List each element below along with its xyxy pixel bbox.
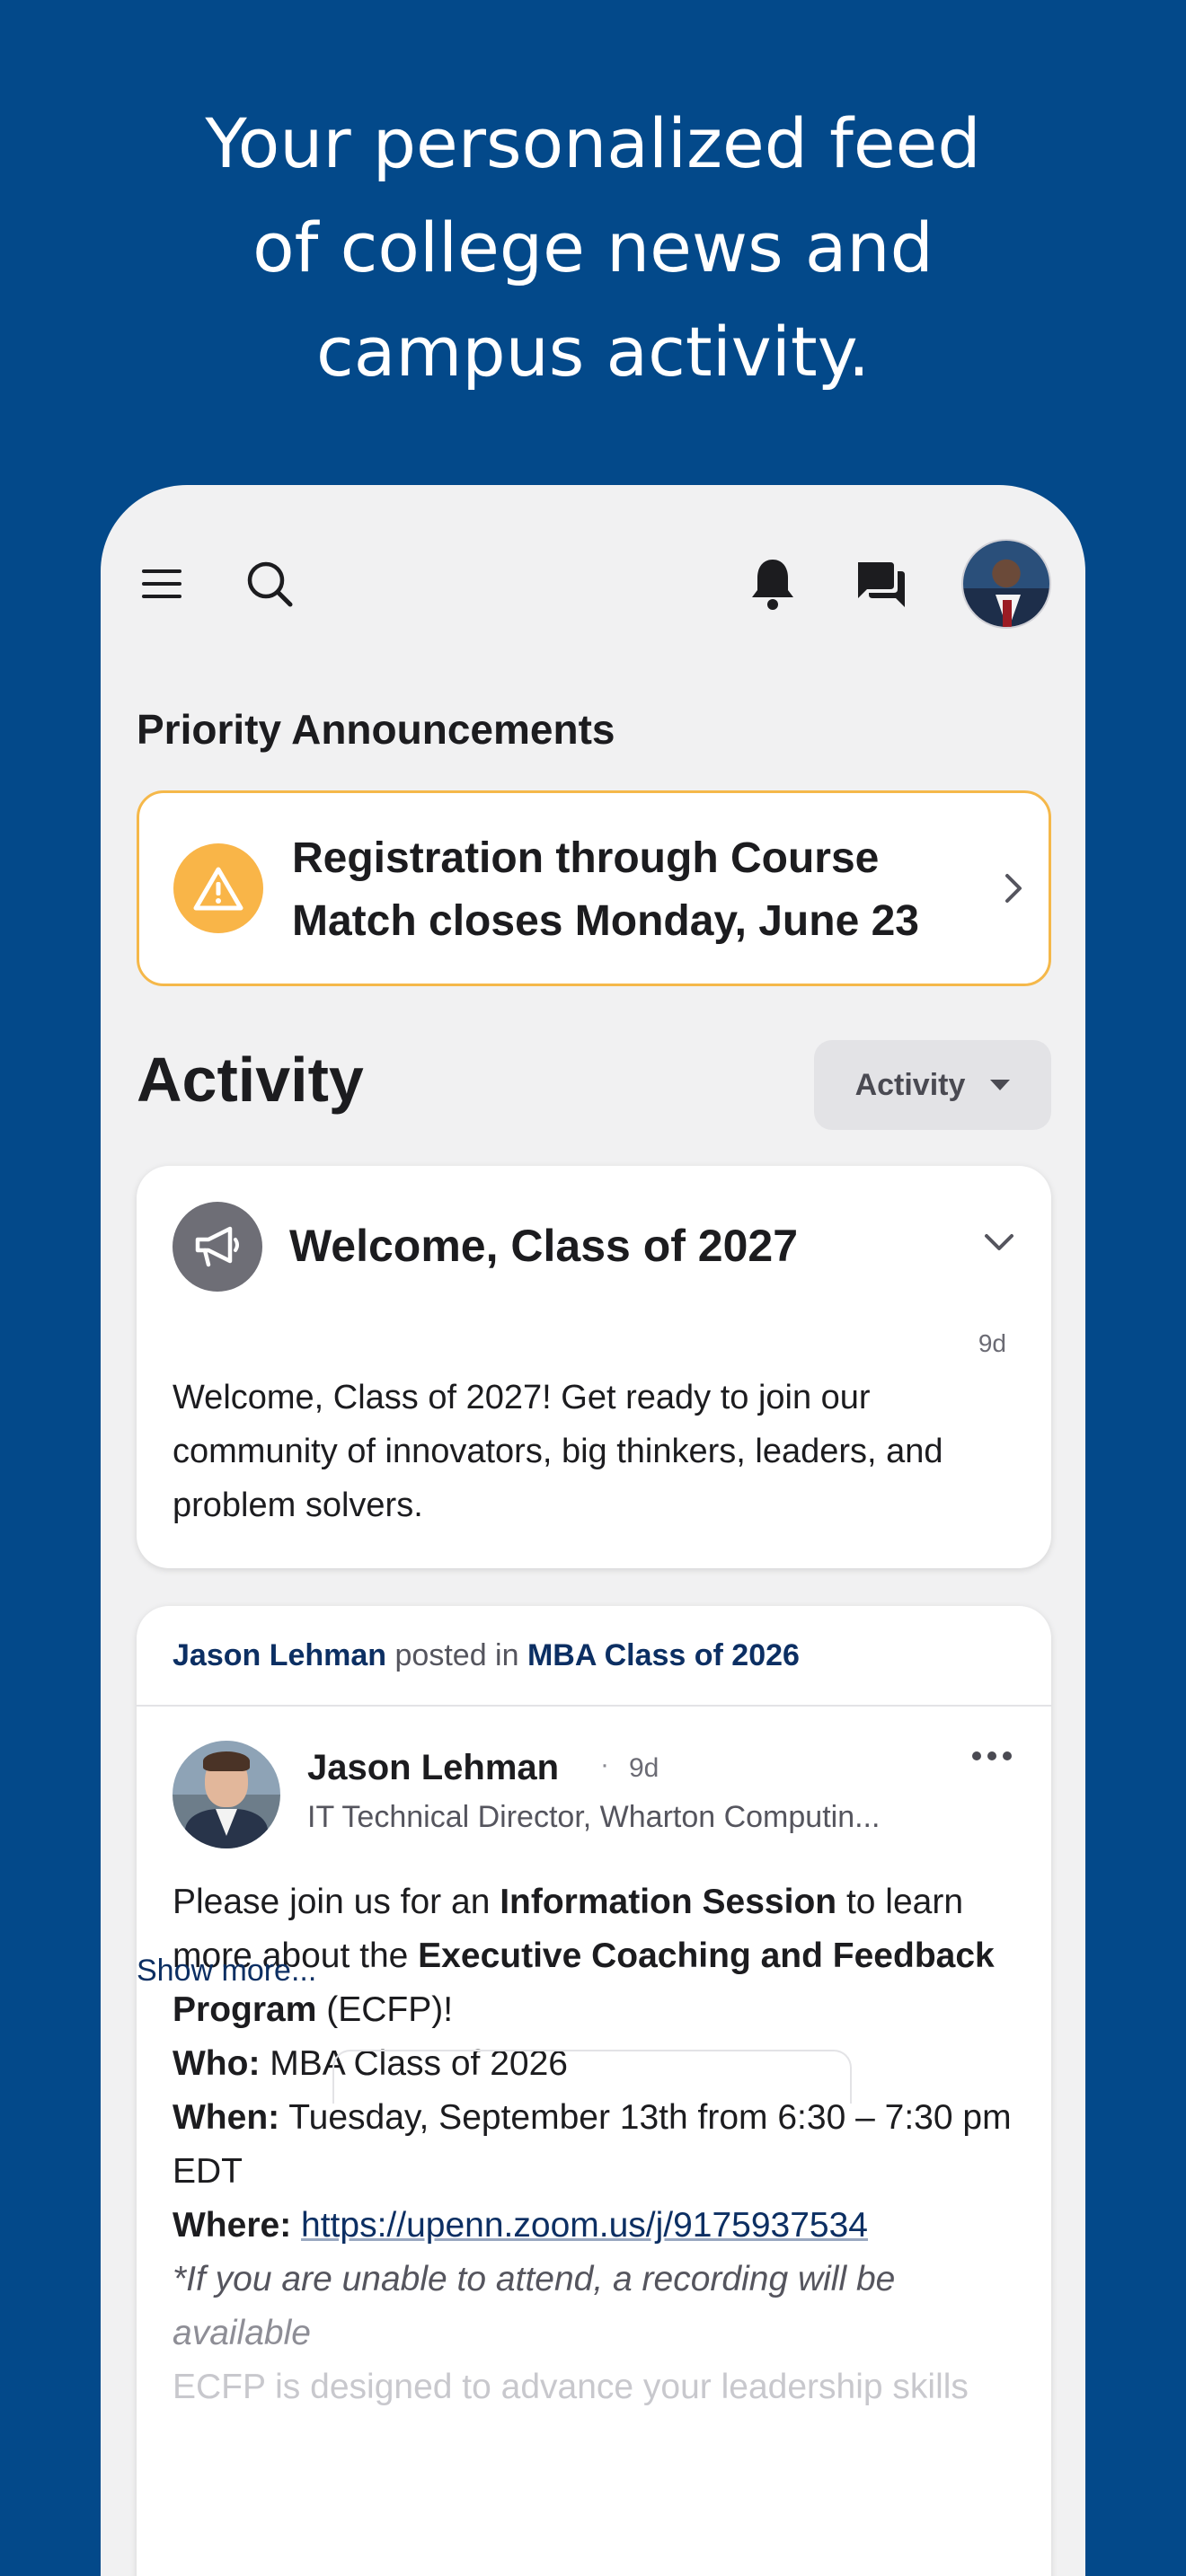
promo-headline: Your personalized feed of college news a… [0, 92, 1186, 404]
megaphone-icon [173, 1202, 262, 1292]
divider [137, 1705, 1051, 1707]
avatar-hair [203, 1751, 250, 1771]
separator-dot: · [600, 1750, 609, 1779]
post-when: When: Tuesday, September 13th from 6:30 … [173, 2098, 1012, 2191]
activity-filter-label: Activity [854, 1067, 966, 1102]
author-role: IT Technical Director, Wharton Computin.… [307, 1800, 881, 1834]
post-where: Where: https://upenn.zoom.us/j/917593753… [173, 2206, 869, 2245]
announcement-text: Registration through Course Match closes… [292, 834, 919, 945]
post-footer-button[interactable] [332, 2050, 852, 2104]
menu-icon[interactable] [126, 548, 198, 620]
post-timestamp: 9d [629, 1753, 659, 1783]
zoom-link[interactable]: https://upenn.zoom.us/j/9175937534 [301, 2206, 868, 2245]
welcome-card[interactable]: Welcome, Class of 2027 9d Welcome, Class… [137, 1166, 1051, 1568]
top-app-bar [101, 485, 1085, 665]
chevron-right-icon [1002, 872, 1025, 909]
author-avatar[interactable] [173, 1741, 280, 1848]
phone-screen: Priority Announcements Registration thro… [101, 485, 1085, 2576]
search-icon[interactable] [234, 548, 305, 620]
caret-down-icon [990, 1080, 1011, 1090]
priority-announcement-card[interactable]: Registration through Course Match closes… [137, 790, 1051, 986]
priority-section-title: Priority Announcements [137, 706, 615, 753]
activity-filter-dropdown[interactable]: Activity [814, 1040, 1051, 1130]
promo-headline-line-3: campus activity. [315, 312, 870, 392]
welcome-card-timestamp: 9d [978, 1329, 1006, 1357]
show-more-link[interactable]: Show more... [137, 1954, 316, 1989]
avatar-tie [1003, 600, 1012, 627]
chevron-down-icon[interactable] [981, 1231, 1017, 1260]
welcome-card-body: Welcome, Class of 2027! Get ready to joi… [173, 1379, 943, 1524]
activity-title: Activity [137, 1045, 364, 1115]
bell-icon[interactable] [737, 548, 809, 620]
post-context: Jason Lehman posted in MBA Class of 2026 [173, 1638, 800, 1673]
promo-headline-line-2: of college news and [252, 207, 934, 287]
promo-headline-line-1: Your personalized feed [205, 103, 981, 183]
more-options-icon[interactable] [972, 1751, 1012, 1760]
chat-icon[interactable] [845, 548, 916, 620]
post-context-group-link[interactable]: MBA Class of 2026 [527, 1638, 800, 1672]
post-context-posted-in: posted in [386, 1638, 527, 1672]
avatar[interactable] [961, 539, 1051, 629]
post-truncated-line: ECFP is designed to advance your leaders… [173, 2368, 969, 2406]
warning-icon [173, 843, 263, 933]
post-note: *If you are unable to attend, a recordin… [173, 2260, 896, 2352]
author-name[interactable]: Jason Lehman [307, 1748, 559, 1788]
post-context-author-link[interactable]: Jason Lehman [173, 1638, 386, 1672]
welcome-card-title: Welcome, Class of 2027 [289, 1221, 799, 1271]
